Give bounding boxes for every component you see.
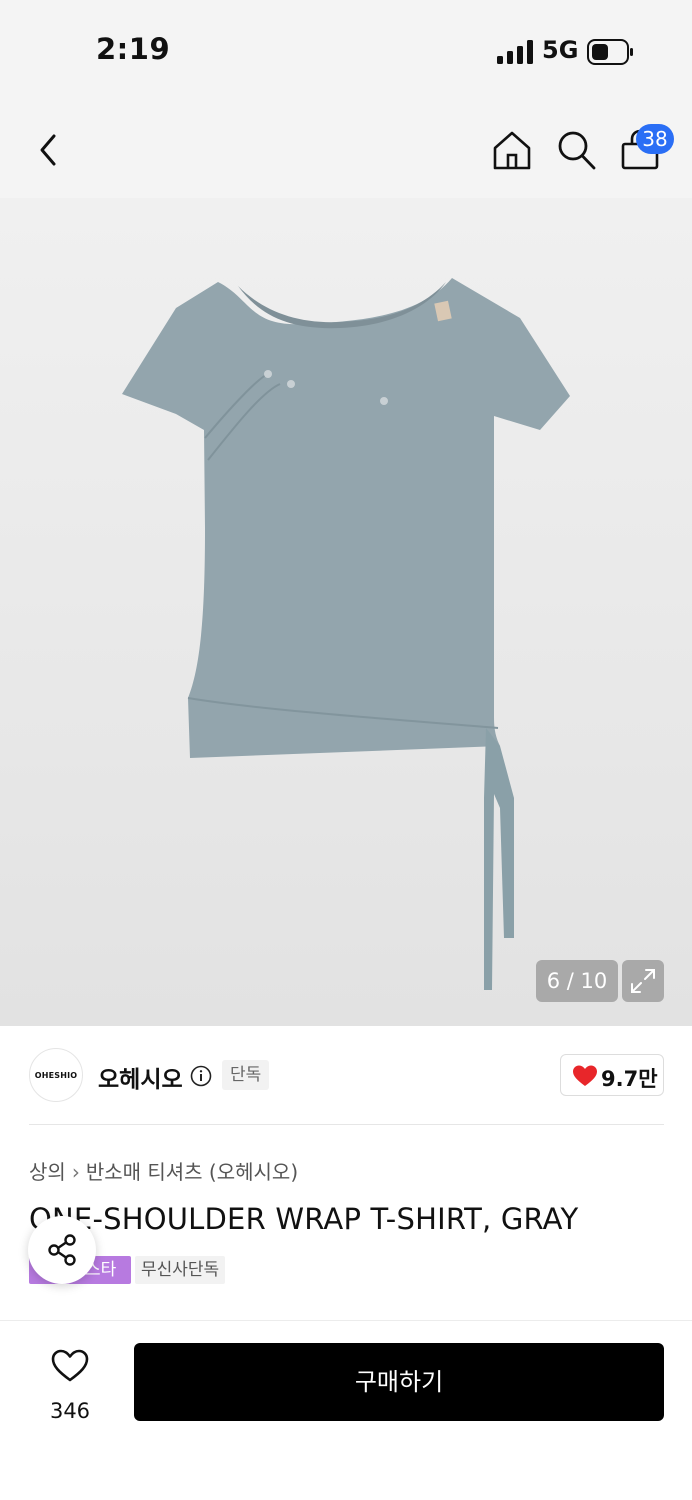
search-icon[interactable] xyxy=(554,128,598,172)
breadcrumb-category[interactable]: 상의 xyxy=(29,1160,66,1184)
divider xyxy=(29,1124,664,1125)
share-button[interactable] xyxy=(28,1216,96,1284)
musinsa-exclusive-tag: 무신사단독 xyxy=(135,1256,226,1284)
wishlist-button[interactable]: 346 xyxy=(30,1345,110,1435)
brand-like-button[interactable]: 9.7만 xyxy=(560,1054,664,1096)
breadcrumb: 상의 › 반소매 티셔츠 (오헤시오) xyxy=(29,1156,298,1185)
product-title: ONE-SHOULDER WRAP T-SHIRT, GRAY xyxy=(29,1202,579,1236)
status-time: 2:19 xyxy=(96,32,171,66)
share-icon xyxy=(48,1234,76,1266)
breadcrumb-separator-icon: › xyxy=(71,1160,80,1184)
expand-icon[interactable] xyxy=(622,960,664,1002)
home-icon[interactable] xyxy=(490,128,534,172)
brand-logo[interactable]: OHESHIO xyxy=(29,1048,83,1102)
wishlist-count: 346 xyxy=(49,1399,91,1423)
status-bar: 2:19 5G xyxy=(0,0,692,100)
product-image-gallery[interactable]: 6 / 10 xyxy=(0,198,692,1026)
bottom-action-bar: 346 구매하기 xyxy=(0,1320,692,1500)
buy-button[interactable]: 구매하기 xyxy=(134,1343,664,1421)
cart-count-badge: 38 xyxy=(636,124,674,154)
image-counter: 6 / 10 xyxy=(536,960,618,1002)
heart-outline-icon xyxy=(51,1349,89,1382)
signal-icon xyxy=(497,40,533,64)
exclusive-tag: 단독 xyxy=(222,1060,270,1090)
info-icon[interactable] xyxy=(190,1065,212,1087)
back-icon[interactable] xyxy=(30,128,70,172)
brand-row: OHESHIO 오헤시오 단독 9.7만 xyxy=(0,1026,692,1124)
brand-name[interactable]: 오헤시오 xyxy=(98,1060,183,1094)
product-image xyxy=(122,278,570,990)
battery-icon xyxy=(587,39,633,65)
heart-filled-icon xyxy=(573,1065,597,1086)
top-nav-bar xyxy=(0,100,692,198)
brand-like-count: 9.7만 xyxy=(601,1067,658,1091)
breadcrumb-subcategory[interactable]: 반소매 티셔츠 (오헤시오) xyxy=(86,1160,298,1184)
network-label: 5G xyxy=(542,36,579,64)
